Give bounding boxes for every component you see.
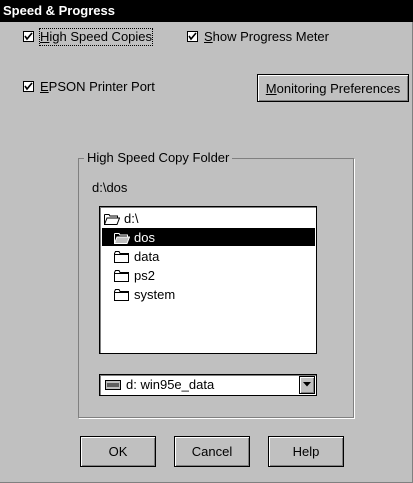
tree-item-label: ps2 [134, 268, 155, 283]
high-speed-copies-label: High Speed Copies [38, 28, 154, 46]
tree-item-label: data [134, 249, 160, 264]
folder-tree-list[interactable]: d:\ dos data ps2 system [99, 206, 317, 354]
monitoring-preferences-button[interactable]: Monitoring Preferences [257, 74, 409, 102]
checkmark-icon [187, 31, 198, 42]
ok-button[interactable]: OK [80, 436, 156, 467]
checkmark-icon [23, 81, 34, 92]
folder-open-icon [114, 233, 130, 244]
cancel-button[interactable]: Cancel [174, 436, 250, 467]
show-progress-meter-label: Show Progress Meter [204, 29, 329, 44]
tree-item-label: d:\ [124, 211, 139, 226]
help-label: Help [292, 444, 320, 459]
checkmark-icon [23, 31, 34, 42]
chevron-down-icon [303, 382, 311, 387]
folder-open-icon [104, 214, 120, 225]
ok-label: OK [108, 444, 128, 459]
drive-icon [105, 380, 121, 390]
monitoring-preferences-label: Monitoring Preferences [265, 80, 401, 96]
tree-item-label: dos [134, 230, 155, 245]
folder-icon [114, 289, 129, 301]
current-path: d:\dos [92, 180, 128, 195]
dropdown-arrow-button[interactable] [299, 376, 315, 394]
dialog-title: Speed & Progress [0, 0, 413, 22]
group-title: High Speed Copy Folder [84, 150, 233, 165]
speed-progress-dialog: Speed & Progress High Speed Copies Show … [0, 0, 413, 483]
help-button[interactable]: Help [268, 436, 344, 467]
cancel-label: Cancel [191, 444, 233, 459]
epson-printer-port-label: EPSON Printer Port [40, 79, 155, 94]
drive-select[interactable]: d: win95e_data [99, 374, 317, 396]
folder-icon [114, 270, 129, 282]
folder-icon [114, 251, 129, 263]
tree-item-label: system [134, 287, 176, 302]
drive-select-value: d: win95e_data [126, 377, 215, 392]
